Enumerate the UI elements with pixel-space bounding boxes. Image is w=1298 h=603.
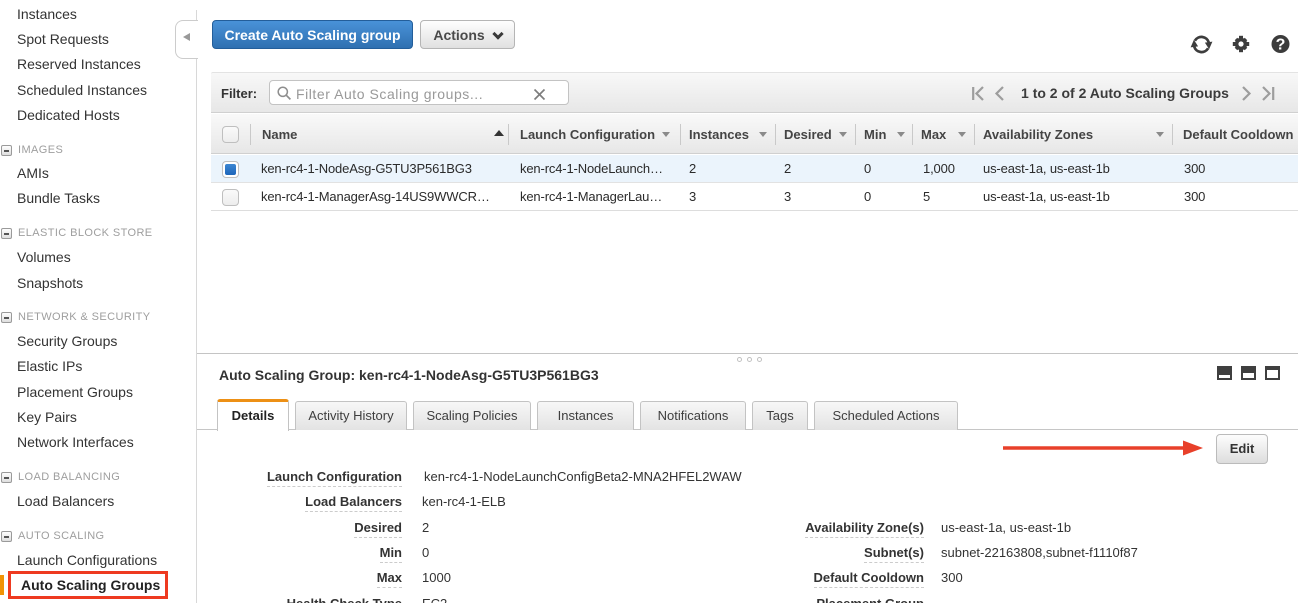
svg-text:?: ? [1276, 37, 1286, 54]
